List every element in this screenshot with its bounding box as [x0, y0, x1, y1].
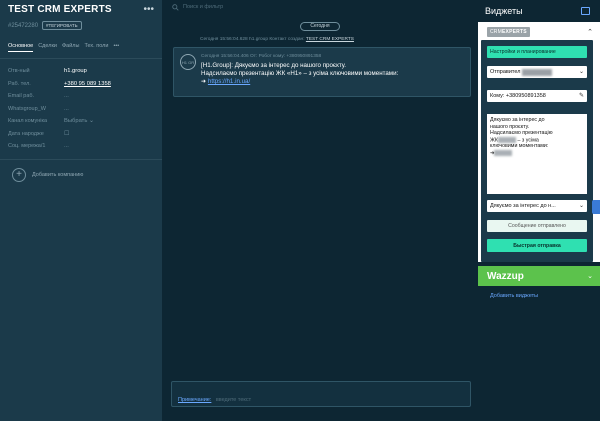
wazzup-title: Wazzup — [487, 270, 524, 282]
collapse-icon[interactable]: ⌃ — [587, 28, 593, 36]
tab-tech[interactable]: Тех. поли — [84, 43, 108, 51]
expand-icon[interactable] — [581, 7, 590, 15]
search-bar[interactable]: Поиск и фильтр — [162, 0, 478, 14]
note-input[interactable]: Примечание: введите текст — [171, 381, 471, 407]
field-label: Email раб. — [8, 93, 35, 100]
chevron-down-icon: ⌄ — [578, 203, 584, 209]
responsible-value[interactable]: h1.group — [64, 68, 87, 74]
search-icon — [172, 3, 179, 11]
whatsgroup-field[interactable]: ... — [64, 106, 69, 112]
crm-app: TEST CRM EXPERTS ••• #25472280 #ТЕГИРОВА… — [0, 0, 600, 421]
message-line: Надсилаємо презентацію ЖК «H1» – з усіма… — [201, 70, 399, 77]
widgets-panel: Виджеты CRMEXPERTS ⌃ Настройки и планиро… — [478, 0, 600, 421]
widgets-header: Виджеты — [478, 0, 600, 22]
field-row: Whatsgroup_W ... — [8, 103, 154, 116]
message-line: [H1.Group]: Дякуємо за інтерес до нашого… — [201, 62, 346, 69]
channel-select[interactable]: Выбрать ⌄ — [64, 118, 94, 124]
settings-button[interactable]: Настройки и планирование — [487, 46, 587, 58]
contact-title[interactable]: TEST CRM EXPERTS — [8, 4, 112, 15]
chevron-down-icon: ⌄ — [578, 69, 584, 75]
note-type-link[interactable]: Примечание: — [178, 397, 211, 403]
field-row: Соц. мережа/1 ... — [8, 140, 154, 153]
chevron-down-icon: ⌄ — [587, 273, 593, 280]
field-label: Соц. мережа/1 — [8, 143, 46, 150]
field-label: Отв-ный — [8, 68, 30, 75]
field-label: Дата народже — [8, 130, 44, 137]
field-row: Дата народже ☐ — [8, 128, 154, 141]
field-label: Whatsgroup_W — [8, 105, 46, 112]
field-label: Канал комуніка — [8, 118, 48, 125]
social-field[interactable]: ... — [64, 143, 69, 149]
tab-files[interactable]: Файлы — [62, 43, 79, 51]
email-field[interactable]: ... — [64, 93, 69, 99]
crm-experts-logo: CRMEXPERTS — [487, 27, 530, 37]
message-line: ➜ https://h1.in.ua/ — [201, 78, 251, 85]
add-company-button[interactable]: + Добавить компанию — [0, 160, 162, 190]
template-select[interactable]: Дякуємо за інтерес до н... ⌄ — [487, 200, 587, 212]
field-row: Отв-ный h1.group — [8, 65, 154, 78]
contact-card: TEST CRM EXPERTS ••• #25472280 #ТЕГИРОВА… — [0, 0, 162, 421]
contact-fields: Отв-ный h1.group Раб. тел. +380 95 089 1… — [0, 59, 162, 153]
message-bubble: H1 GR Сегодня 15:56:04.406 От: Робот ком… — [173, 47, 471, 97]
timeline-event: Сегодня 15:56:04.628 h1.group Контакт со… — [200, 37, 354, 42]
field-row: Канал комуніка Выбрать ⌄ — [8, 115, 154, 128]
field-label: Раб. тел. — [8, 80, 31, 87]
field-row: Email раб. ... — [8, 90, 154, 103]
tab-main[interactable]: Основное — [8, 43, 34, 52]
add-company-label: Добавить компанию — [32, 171, 84, 178]
birthday-calendar-icon[interactable]: ☐ — [64, 131, 69, 137]
sender-select[interactable]: Отправител ⌄ — [487, 66, 587, 78]
feed-area: Поиск и фильтр Сегодня Сегодня 15:56:04.… — [162, 0, 478, 421]
edit-icon: ✎ — [578, 93, 584, 99]
date-separator: Сегодня — [300, 22, 340, 31]
more-menu-icon[interactable]: ••• — [143, 4, 154, 15]
tabs-more-icon[interactable]: ••• — [113, 43, 119, 51]
widgets-title: Виджеты — [485, 6, 523, 16]
plus-icon: + — [12, 167, 26, 182]
sender-avatar: H1 GR — [180, 54, 196, 70]
widget-body: Настройки и планирование Отправител ⌄ Ко… — [481, 40, 593, 262]
contact-tabs: Основное Сделки Файлы Тех. поли ••• — [0, 40, 162, 54]
search-input[interactable]: Поиск и фильтр — [183, 4, 223, 10]
fast-send-button[interactable]: Быстрая отправка — [487, 239, 587, 252]
wazzup-widget[interactable]: Wazzup ⌄ — [478, 266, 600, 286]
contact-header: TEST CRM EXPERTS ••• #25472280 #ТЕГИРОВА… — [0, 0, 162, 36]
tag-button[interactable]: #ТЕГИРОВАТЬ — [42, 21, 82, 30]
crm-experts-widget: CRMEXPERTS ⌃ Настройки и планирование От… — [478, 22, 600, 262]
tab-deals[interactable]: Сделки — [38, 43, 57, 51]
field-row: Раб. тел. +380 95 089 1358 — [8, 78, 154, 91]
add-widgets-link[interactable]: Добавить виджеты — [490, 293, 538, 299]
contact-id: #25472280 — [8, 22, 39, 29]
message-header: Сегодня 15:56:04.406 От: Робот кому: +38… — [201, 54, 322, 59]
phone-value[interactable]: +380 95 089 1358 — [64, 81, 111, 87]
side-toggle-button[interactable] — [592, 200, 600, 214]
sent-status: Сообщение отправлено — [487, 220, 587, 232]
note-placeholder: введите текст — [215, 397, 252, 403]
message-link[interactable]: https://h1.in.ua/ — [208, 78, 250, 85]
contact-link[interactable]: TEST CRM EXPERTS — [306, 37, 354, 42]
message-textarea[interactable]: Дякуємо за інтерес до нашого проєкту. На… — [487, 114, 587, 194]
recipient-field[interactable]: Кому: +380950891358 ✎ — [487, 90, 587, 102]
